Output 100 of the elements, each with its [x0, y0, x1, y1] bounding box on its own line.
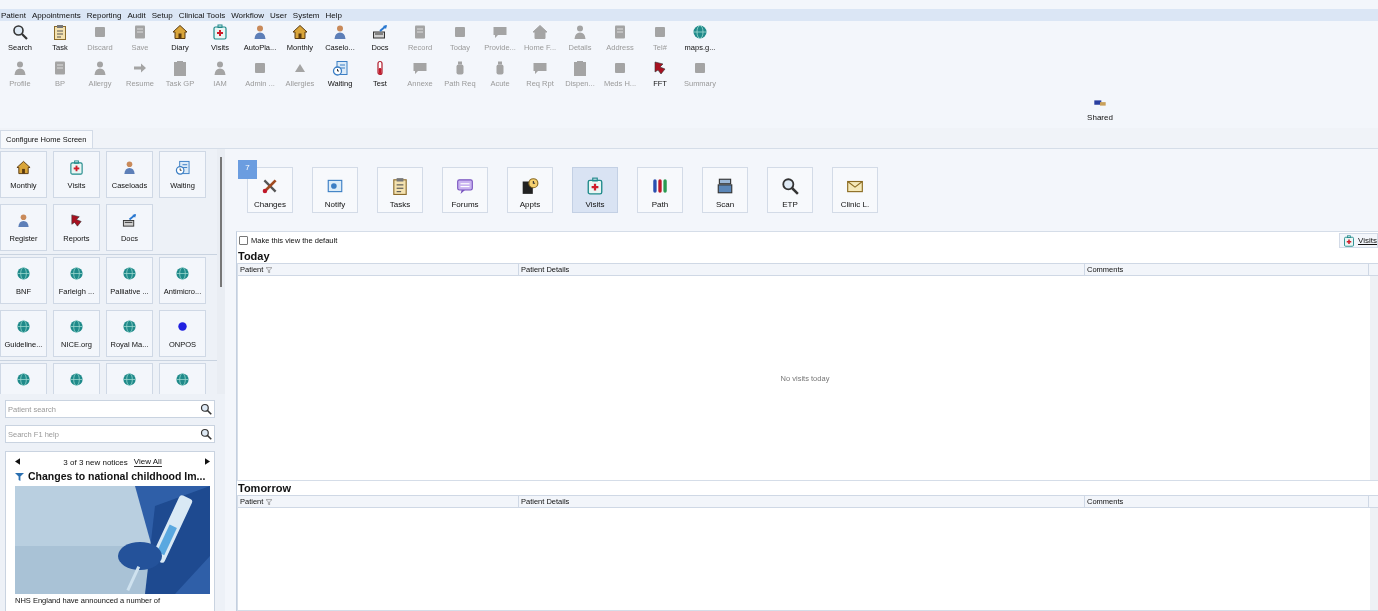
square-icon [652, 24, 668, 40]
menu-item[interactable]: Workflow [231, 10, 268, 20]
next-arrow-icon[interactable] [205, 457, 210, 467]
globe-icon [16, 265, 31, 281]
house-icon [532, 24, 548, 40]
view-all-link[interactable]: View All [133, 457, 162, 467]
scrollbar[interactable] [1370, 276, 1378, 480]
quick-button[interactable]: Appts [507, 167, 553, 213]
square-icon [252, 60, 268, 76]
medical-case-icon [1343, 234, 1356, 247]
count-badge: 7 [238, 160, 257, 179]
menu-item[interactable]: Clinical Tools [178, 10, 230, 20]
globe-icon [16, 318, 31, 334]
scanner-icon [716, 177, 734, 195]
list-clock-icon [332, 60, 348, 76]
square-icon [452, 24, 468, 40]
scrollbar[interactable] [1370, 508, 1378, 610]
document-icon [412, 24, 428, 40]
quick-button[interactable]: Tasks [377, 167, 423, 213]
list-clock-icon [175, 159, 190, 175]
home-tile[interactable] [0, 363, 47, 394]
section-title: Tomorrow [237, 481, 292, 495]
book-clock-icon [521, 177, 539, 195]
search-icon [200, 403, 212, 415]
clipboard-icon [172, 60, 188, 76]
speech-bubble-icon [412, 60, 428, 76]
clipboard-icon [52, 24, 68, 40]
tray-arrow-icon [372, 24, 388, 40]
person-icon [252, 24, 268, 40]
quick-button[interactable]: Forums [442, 167, 488, 213]
globe-icon [692, 24, 708, 40]
tools-icon [261, 177, 279, 195]
tray-arrow-icon [122, 212, 137, 228]
square-icon [692, 60, 708, 76]
person-icon [212, 60, 228, 76]
checkbox[interactable] [239, 236, 248, 245]
quick-button[interactable]: Path [637, 167, 683, 213]
notice-title[interactable]: Changes to national childhood Im... [28, 470, 206, 482]
quick-button[interactable]: Visits [572, 167, 618, 213]
document-icon [612, 24, 628, 40]
person-icon [122, 159, 137, 175]
filter-icon[interactable] [266, 498, 273, 505]
notice-counter: 3 of 3 new notices [63, 457, 128, 467]
search-icon [12, 24, 28, 40]
house-icon [172, 24, 188, 40]
clipboard-icon [391, 177, 409, 195]
globe-icon [16, 372, 31, 387]
document-icon [52, 60, 68, 76]
globe-icon [69, 372, 84, 387]
medical-case-icon [586, 177, 604, 195]
house-icon [16, 159, 31, 175]
globe-icon [69, 265, 84, 281]
funnel-icon [15, 471, 24, 481]
person-icon [92, 60, 108, 76]
globe-icon [122, 265, 137, 281]
quick-button[interactable]: ETP [767, 167, 813, 213]
test-tubes-icon [651, 177, 669, 195]
person-icon [572, 24, 588, 40]
menu-item[interactable]: Help [325, 10, 346, 20]
person-icon [12, 60, 28, 76]
quick-button[interactable]: Changes [247, 167, 293, 213]
home-tile[interactable] [106, 363, 153, 394]
square-icon [612, 60, 628, 76]
section-title: Today [237, 249, 271, 263]
house-icon [292, 24, 308, 40]
home-tile[interactable] [159, 363, 206, 394]
menu-item[interactable]: Reporting [86, 10, 126, 20]
person-icon [16, 212, 31, 228]
menu-item[interactable]: Patient [1, 10, 30, 20]
filter-icon[interactable] [266, 266, 273, 273]
globe-icon [122, 372, 137, 387]
square-icon [92, 24, 108, 40]
person-icon [332, 24, 348, 40]
search-icon [781, 177, 799, 195]
globe-icon [122, 318, 137, 334]
menu-item[interactable]: Setup [151, 10, 177, 20]
clipboard-icon [572, 60, 588, 76]
menu-item[interactable]: System [292, 10, 324, 20]
quick-button[interactable]: Clinic L. [832, 167, 878, 213]
toolbar-button[interactable]: Shared [1080, 96, 1120, 126]
photo-icon [326, 177, 344, 195]
globe-icon [69, 318, 84, 334]
search-icon [200, 428, 212, 440]
scrollbar[interactable] [217, 149, 225, 394]
quick-button[interactable]: Notify [312, 167, 358, 213]
speech-bubble-icon [492, 24, 508, 40]
globe-icon [175, 372, 190, 387]
menu-item[interactable]: User [269, 10, 291, 20]
medical-case-icon [212, 24, 228, 40]
home-tile[interactable] [53, 363, 100, 394]
quick-button[interactable]: Scan [702, 167, 748, 213]
medical-case-icon [69, 159, 84, 175]
visits-button[interactable]: Visits [1339, 233, 1378, 248]
menu-item[interactable]: Appointments [31, 10, 85, 20]
previous-arrow-icon[interactable] [15, 457, 20, 467]
globe-icon [175, 265, 190, 281]
document-icon [132, 24, 148, 40]
speech-bubble-icon [456, 177, 474, 195]
speech-bubble-icon [532, 60, 548, 76]
menu-item[interactable]: Audit [127, 10, 150, 20]
